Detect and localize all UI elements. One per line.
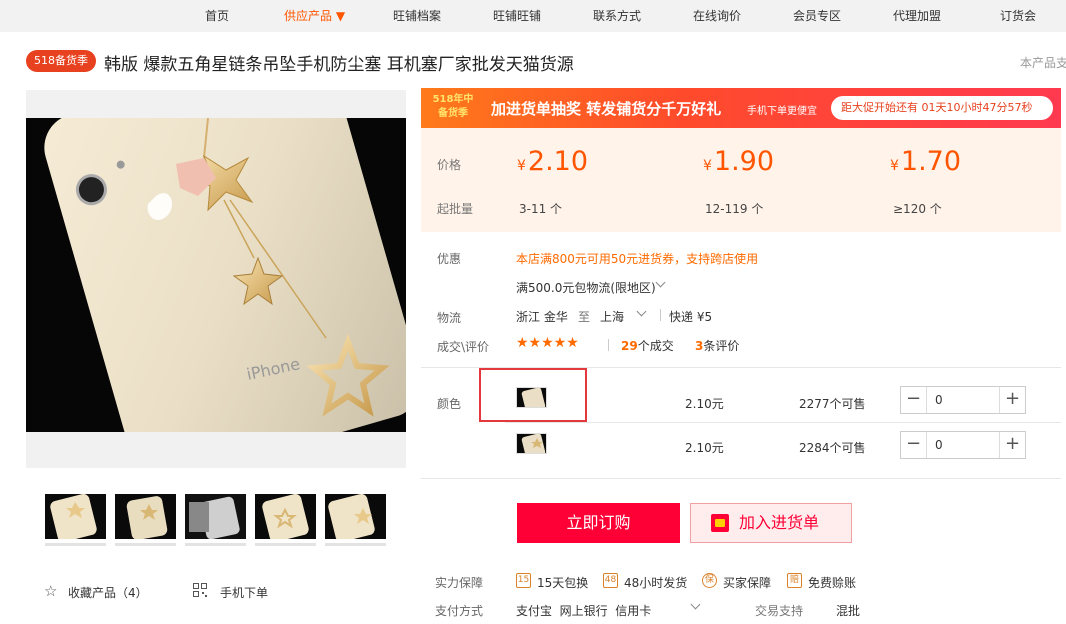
star-outline-icon: ☆: [44, 582, 58, 600]
quantity-input-1[interactable]: 0: [935, 393, 943, 407]
price-tier-1: ¥2.10: [517, 146, 589, 177]
mobile-order-link[interactable]: 手机下单: [220, 584, 268, 601]
guarantee-exchange[interactable]: 15天包换: [537, 574, 588, 591]
discount-label: 优惠: [437, 252, 462, 266]
price-tier-2: ¥1.90: [703, 146, 775, 177]
price-label: 价格: [437, 158, 462, 172]
nav-inquiry[interactable]: 在线询价: [693, 7, 741, 24]
guarantee-credit[interactable]: 免费赊账: [808, 574, 856, 591]
nav-home[interactable]: 首页: [205, 7, 229, 24]
plus-icon[interactable]: +: [999, 432, 1025, 458]
sku-thumb-2[interactable]: [516, 433, 547, 454]
quantity-input-2[interactable]: 0: [935, 438, 943, 452]
rating-stars-icon: ★★★★★: [516, 335, 579, 351]
logistics-label: 物流: [437, 311, 462, 325]
discount-text[interactable]: 本店满800元可用50元进货券，支持跨店使用: [516, 250, 758, 267]
deals-label: 成交\评价: [437, 340, 490, 354]
express-fee: 快递 ¥5: [669, 310, 713, 324]
review-count[interactable]: 3条评价: [695, 337, 739, 354]
payment-label: 支付方式: [435, 604, 484, 618]
thumb-underline-3: [185, 543, 246, 546]
ship-to-select[interactable]: 上海: [600, 308, 624, 325]
payment-methods: 支付宝 网上银行 信用卡: [516, 604, 652, 618]
qty-tier-1: 3-11 个: [519, 202, 563, 216]
add-to-cart-label: 加入进货单: [739, 513, 820, 532]
color-label: 颜色: [437, 397, 462, 411]
shipping-chevron-icon[interactable]: [655, 277, 666, 288]
top-nav: 首页 供应产品 ▼ 旺铺档案 旺铺旺铺 联系方式 在线询价 会员专区 代理加盟 …: [0, 0, 1066, 32]
trade-support-value: 混批: [836, 604, 861, 618]
quantity-stepper-1[interactable]: − 0 +: [900, 386, 1026, 414]
add-to-cart-button[interactable]: 加入进货单: [690, 503, 852, 543]
product-title: 韩版 爆款五角星链条吊坠手机防尘塞 耳机塞厂家批发天猫货源: [104, 55, 574, 75]
nav-products[interactable]: 供应产品 ▼: [284, 7, 345, 24]
promo-countdown: 距大促开始还有 01天10小时47分57秒: [831, 96, 1053, 120]
qty-tier-3: ≥120 个: [893, 202, 942, 216]
nav-archive[interactable]: 旺铺档案: [393, 7, 441, 24]
nav-agency[interactable]: 代理加盟: [893, 7, 941, 24]
thumbnail-3[interactable]: [185, 494, 246, 539]
divider: [505, 422, 1061, 423]
sku-thumb-1[interactable]: [516, 387, 547, 408]
ship-48-icon: 48: [603, 573, 618, 588]
buyer-protection-icon: 保: [702, 573, 717, 588]
qty-tier-2: 12-119 个: [705, 202, 764, 216]
thumb-underline-4: [255, 543, 316, 546]
cart-bag-icon: [711, 514, 729, 532]
thumbnail-5[interactable]: [325, 494, 386, 539]
sku-price-2: 2.10元: [685, 441, 724, 455]
nav-members[interactable]: 会员专区: [793, 7, 841, 24]
qty-label: 起批量: [437, 202, 474, 216]
promo-season-badge: 518年中 备货季: [432, 94, 474, 119]
main-product-image[interactable]: iPhone: [26, 118, 406, 432]
order-now-button[interactable]: 立即订购: [517, 503, 680, 543]
quantity-stepper-2[interactable]: − 0 +: [900, 431, 1026, 459]
promo-banner[interactable]: 518年中 备货季 加进货单抽奖 转发铺货分千万好礼 手机下单更便宜 距大促开始还…: [421, 88, 1061, 128]
qrcode-icon: [193, 583, 207, 597]
promo-headline: 加进货单抽奖 转发铺货分千万好礼: [491, 100, 722, 118]
trade-support-label: 交易支持: [755, 604, 804, 618]
credit-icon: 赔: [787, 573, 802, 588]
nav-shop[interactable]: 旺铺旺铺: [493, 7, 541, 24]
thumb-underline-5: [325, 543, 386, 546]
ship-to-word: 至: [578, 310, 591, 324]
guarantee-label: 实力保障: [435, 576, 484, 590]
sku-stock-2: 2284个可售: [799, 441, 866, 455]
minus-icon[interactable]: −: [901, 432, 927, 458]
thumbnail-2[interactable]: [115, 494, 176, 539]
minus-icon[interactable]: −: [901, 387, 927, 413]
payment-chevron-icon[interactable]: [690, 599, 701, 610]
divider: [421, 478, 1061, 479]
ship-from: 浙江 金华: [516, 310, 568, 324]
sku-price-1: 2.10元: [685, 397, 724, 411]
right-hint-text: 本产品支: [1020, 56, 1066, 70]
divider: [608, 339, 609, 351]
divider: [660, 309, 661, 321]
shipping-offer[interactable]: 满500.0元包物流(限地区): [516, 279, 656, 296]
thumb-underline-2: [115, 543, 176, 546]
guarantee-buyer[interactable]: 买家保障: [723, 574, 771, 591]
price-tier-3: ¥1.70: [890, 146, 962, 177]
promo-badge: 518备货季: [26, 50, 96, 72]
guarantee-ship[interactable]: 48小时发货: [624, 574, 687, 591]
thumbnail-4[interactable]: [255, 494, 316, 539]
nav-order-fair[interactable]: 订货会: [1000, 7, 1036, 24]
exchange-15-icon: 15: [516, 573, 531, 588]
deals-count[interactable]: 29个成交: [621, 337, 674, 354]
ship-to-chevron-icon[interactable]: [636, 306, 647, 317]
thumb-underline-1: [45, 543, 106, 546]
thumbnail-1[interactable]: [45, 494, 106, 539]
dropdown-arrow-icon: ▼: [335, 9, 346, 23]
favorite-link[interactable]: 收藏产品（4）: [68, 584, 148, 601]
plus-icon[interactable]: +: [999, 387, 1025, 413]
sku-stock-1: 2277个可售: [799, 397, 866, 411]
promo-sub: 手机下单更便宜: [747, 106, 817, 117]
nav-contact[interactable]: 联系方式: [593, 7, 641, 24]
